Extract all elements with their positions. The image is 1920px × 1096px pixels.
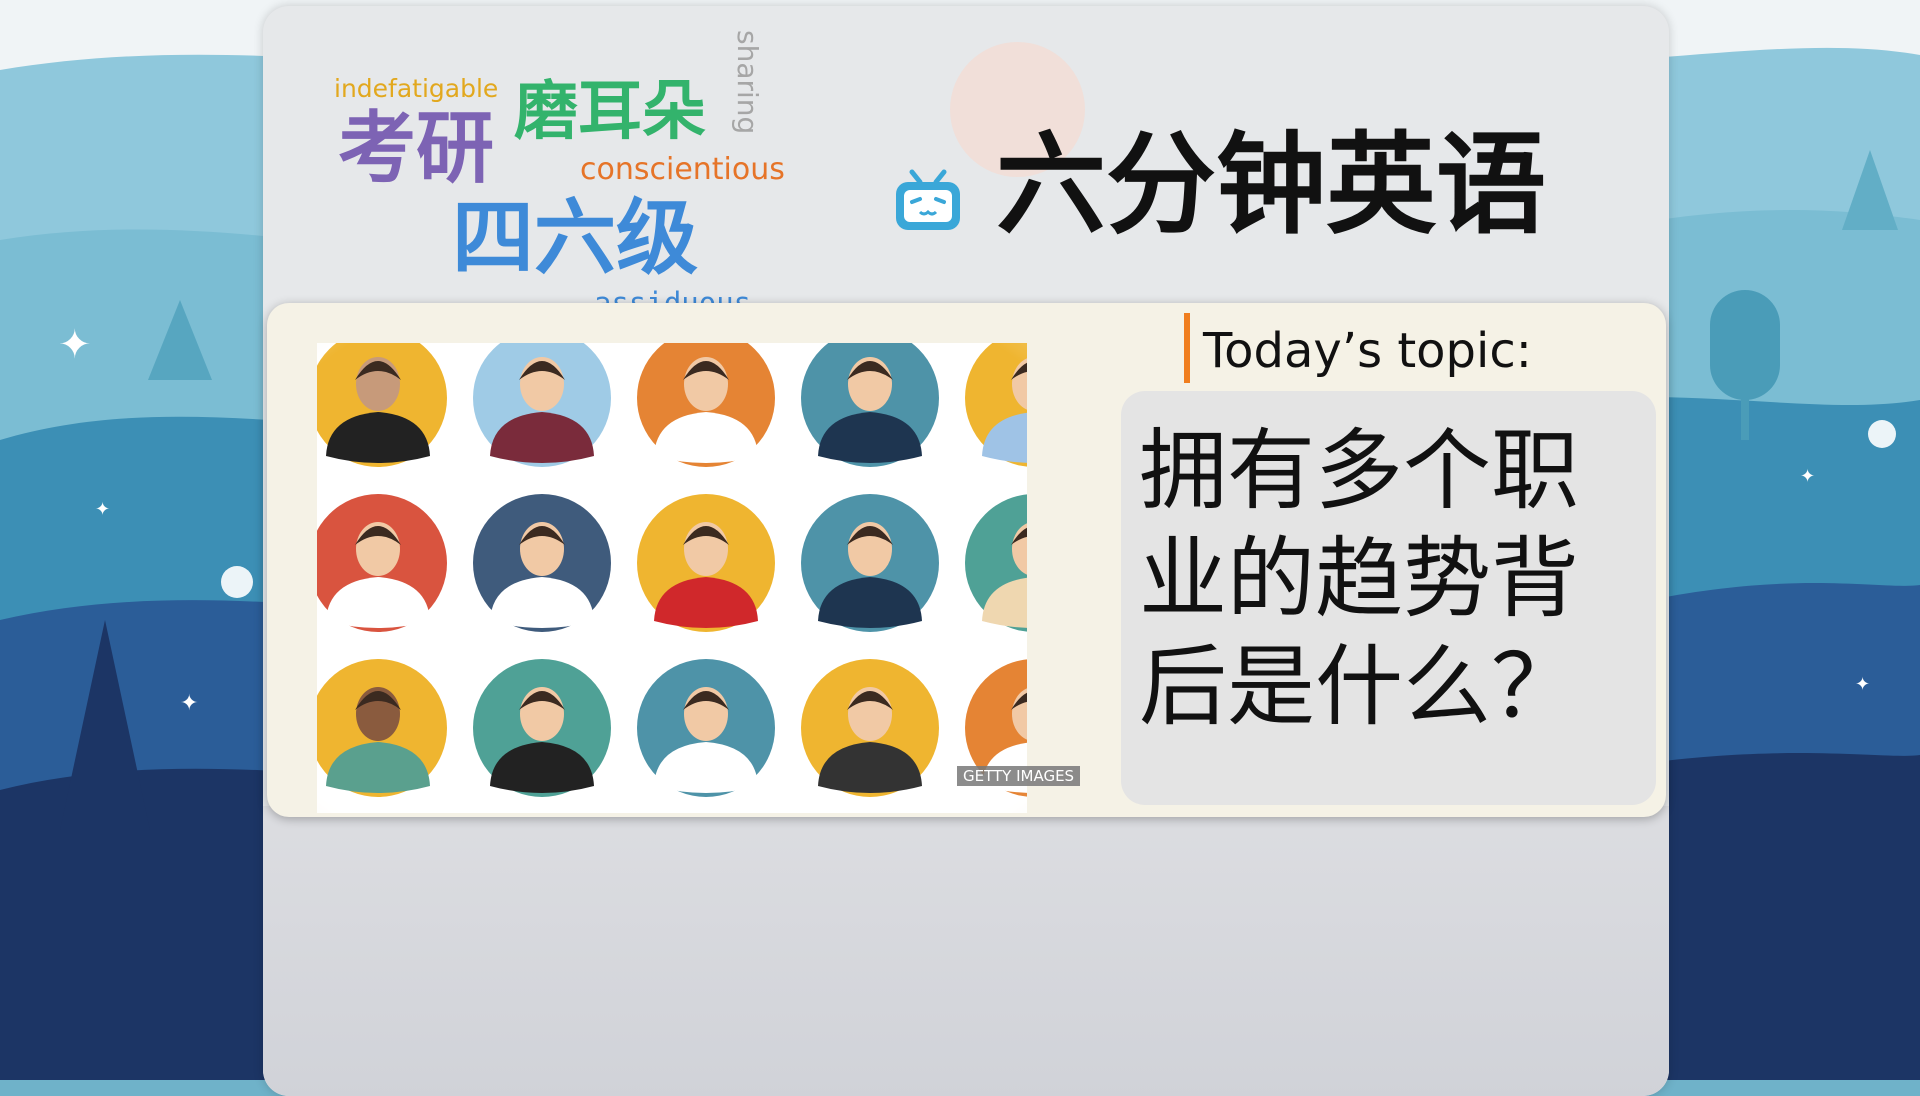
avatar-businesswoman (473, 329, 611, 467)
avatar-captain (637, 659, 775, 797)
avatar-teacher (965, 494, 1103, 632)
svg-text:✦: ✦ (1855, 674, 1870, 695)
topic-question: 拥有多个职业的趋势背后是什么？ (1139, 419, 1580, 738)
word-cloud-indefatigable: indefatigable (334, 74, 499, 103)
avatar-chef (637, 329, 775, 467)
svg-text:✦: ✦ (1800, 466, 1815, 487)
avatar-gentleman (309, 494, 447, 632)
bilibili-tv-icon (896, 169, 960, 230)
topic-accent-bar (1184, 313, 1190, 383)
avatar-farmer (309, 659, 447, 797)
avatar-grid (309, 329, 1103, 797)
svg-text:✦: ✦ (95, 499, 110, 520)
avatar-policewoman (801, 329, 939, 467)
avatar-firefighter (637, 494, 775, 632)
word-cloud-sharing: sharing (731, 30, 764, 135)
word-cloud-conscientious: conscientious (580, 152, 785, 187)
svg-text:✦: ✦ (180, 691, 198, 716)
occupations-image (309, 329, 1103, 813)
avatar-police-officer (801, 494, 939, 632)
page-title: 六分钟英语 (996, 121, 1546, 249)
avatar-operator-woman (801, 659, 939, 797)
topic-panel: GETTY IMAGES Today’s topic: 拥有多个职业的趋势背后是… (267, 303, 1666, 817)
word-cloud-siliuji: 四六级 (452, 191, 699, 286)
avatar-waiter (309, 329, 447, 467)
word-cloud-kaoyan: 考研 (338, 104, 495, 194)
topic-label: Today’s topic: (1203, 323, 1532, 379)
avatar-doctor (473, 494, 611, 632)
avatar-postman (965, 329, 1103, 467)
image-credit: GETTY IMAGES (957, 766, 1081, 786)
card-lower-shade (263, 806, 1669, 1096)
word-cloud-moerduo: 磨耳朵 (514, 75, 706, 149)
svg-text:✦: ✦ (58, 322, 92, 368)
question-box: 拥有多个职业的趋势背后是什么？ (1121, 391, 1656, 805)
avatar-graduate (473, 659, 611, 797)
